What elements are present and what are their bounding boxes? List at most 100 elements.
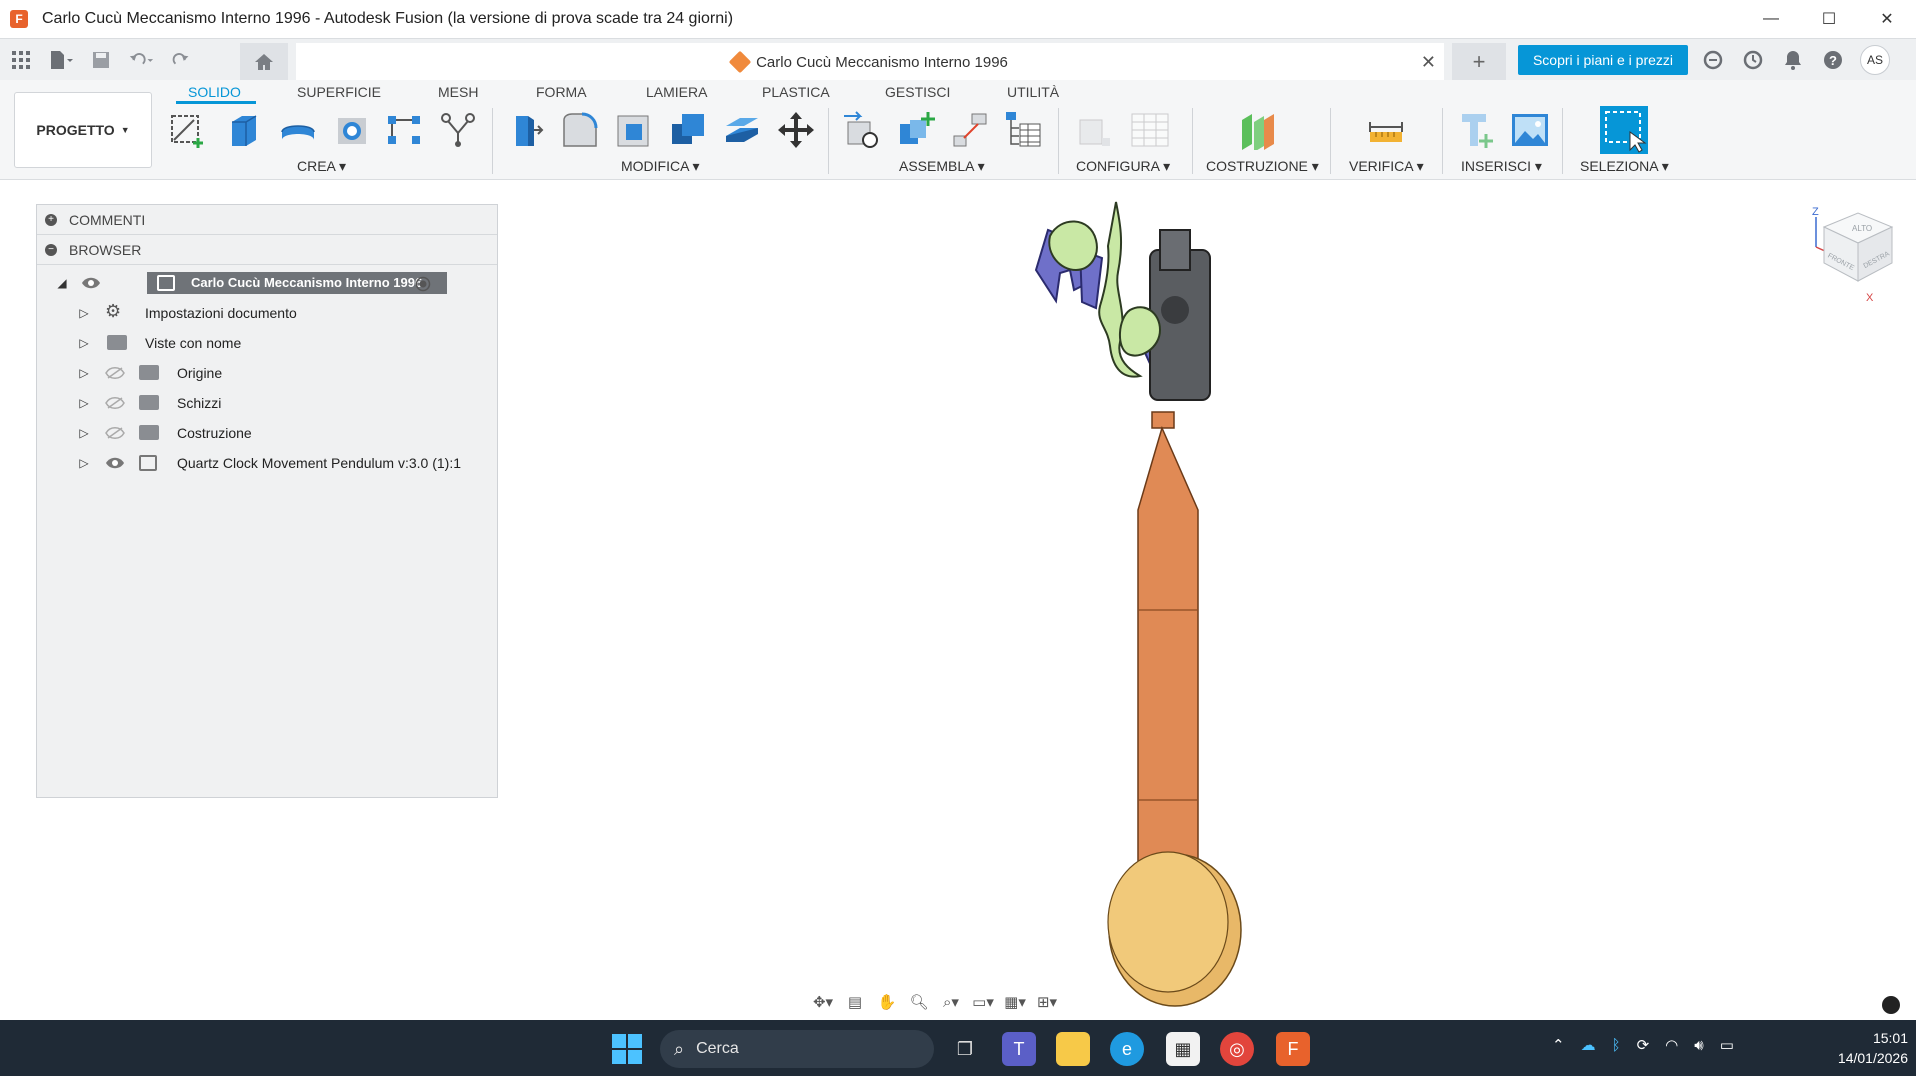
help-icon[interactable]: ?	[1820, 47, 1846, 73]
tab-utilita[interactable]: UTILITÀ	[1007, 84, 1059, 100]
offset-plane-icon[interactable]	[1238, 110, 1278, 150]
model-viewport-canvas[interactable]	[1000, 190, 1280, 1020]
user-avatar[interactable]: AS	[1860, 45, 1890, 75]
viewcube-top-face[interactable]: ALTO	[1852, 224, 1872, 233]
group-configura[interactable]: CONFIGURA ▾	[1076, 158, 1170, 175]
extrude-icon[interactable]	[224, 110, 264, 150]
minimize-button[interactable]: —	[1742, 0, 1800, 38]
fillet-icon[interactable]	[560, 110, 600, 150]
hidden-eye-icon[interactable]	[105, 366, 125, 380]
chevron-up-icon[interactable]: ⌃	[1552, 1036, 1565, 1054]
taskbar-clock[interactable]: 15:01 14/01/2026	[1812, 1028, 1908, 1068]
extensions-icon[interactable]	[1700, 47, 1726, 73]
browser-item-construction[interactable]: ▷ Costruzione	[37, 419, 497, 447]
close-window-button[interactable]: ✕	[1858, 0, 1916, 38]
save-icon[interactable]	[88, 47, 114, 73]
hidden-eye-icon[interactable]	[105, 396, 125, 410]
combine-icon[interactable]	[668, 110, 708, 150]
home-icon[interactable]	[240, 43, 288, 81]
edge-browser-icon[interactable]: e	[1110, 1032, 1144, 1066]
expand-triangle-icon[interactable]: ▷	[77, 336, 91, 350]
tab-plastica[interactable]: PLASTICA	[762, 84, 830, 100]
zoom-icon[interactable]: 🔍︎	[908, 991, 930, 1013]
as-built-joint-icon[interactable]	[950, 110, 990, 150]
move-copy-icon[interactable]	[776, 110, 816, 150]
group-seleziona[interactable]: SELEZIONA ▾	[1580, 158, 1669, 175]
job-status-icon[interactable]	[1740, 47, 1766, 73]
volume-icon[interactable]: 🔊︎	[1694, 1037, 1703, 1054]
chrome-browser-icon[interactable]: ◎	[1220, 1032, 1254, 1066]
activate-radio-icon[interactable]	[415, 276, 431, 292]
grid-settings-icon[interactable]: ▦▾	[1004, 991, 1026, 1013]
visibility-eye-icon[interactable]	[105, 456, 125, 470]
insert-canvas-icon[interactable]	[1510, 110, 1550, 150]
task-view-icon[interactable]: ❐	[948, 1032, 982, 1066]
teams-icon[interactable]: T	[1002, 1032, 1036, 1066]
insert-derive-icon[interactable]	[1458, 110, 1498, 150]
new-component-icon[interactable]	[896, 110, 936, 150]
hidden-eye-icon[interactable]	[105, 426, 125, 440]
fusion-taskbar-icon[interactable]: F	[1276, 1032, 1310, 1066]
shell-icon[interactable]	[614, 110, 654, 150]
taskbar-search-box[interactable]: ⌕ Cerca	[660, 1030, 934, 1068]
pattern-icon[interactable]	[384, 110, 424, 150]
form-icon[interactable]	[438, 110, 478, 150]
display-settings-icon[interactable]: ▭▾	[972, 991, 994, 1013]
browser-item-component-pendulum[interactable]: ▷ Quartz Clock Movement Pendulum v:3.0 (…	[37, 449, 497, 477]
configure-table-icon[interactable]	[1074, 110, 1114, 150]
close-tab-icon[interactable]: ✕	[1421, 52, 1436, 73]
comments-header[interactable]: + COMMENTI	[37, 205, 497, 235]
tab-mesh[interactable]: MESH	[438, 84, 478, 100]
plans-pricing-button[interactable]: Scopri i piani e i prezzi	[1518, 45, 1688, 75]
expand-triangle-icon[interactable]: ▷	[77, 426, 91, 440]
project-menu-button[interactable]: PROGETTO ▼	[14, 92, 152, 168]
collapse-minus-icon[interactable]: −	[45, 243, 57, 256]
redo-icon[interactable]	[168, 47, 194, 73]
hole-icon[interactable]	[332, 110, 372, 150]
browser-item-named-views[interactable]: ▷ Viste con nome	[37, 329, 497, 357]
visibility-eye-icon[interactable]	[81, 276, 101, 290]
battery-icon[interactable]: ▭	[1720, 1036, 1734, 1054]
group-assembla[interactable]: ASSEMBLA ▾	[899, 158, 985, 175]
file-explorer-icon[interactable]	[1056, 1032, 1090, 1066]
new-tab-button[interactable]: +	[1452, 43, 1506, 81]
start-menu-windows-icon[interactable]	[612, 1034, 642, 1064]
press-pull-icon[interactable]	[506, 110, 546, 150]
browser-item-sketches[interactable]: ▷ Schizzi	[37, 389, 497, 417]
group-verifica[interactable]: VERIFICA ▾	[1349, 158, 1424, 175]
tab-gestisci[interactable]: GESTISCI	[885, 84, 950, 100]
group-crea[interactable]: CREA ▾	[297, 158, 346, 175]
microsoft-store-icon[interactable]: ▦	[1166, 1032, 1200, 1066]
onedrive-icon[interactable]: ☁	[1581, 1036, 1596, 1054]
bluetooth-icon[interactable]: ᛒ	[1612, 1037, 1621, 1054]
collapse-triangle-icon[interactable]: ◢	[55, 276, 69, 290]
measure-icon[interactable]	[1366, 110, 1406, 150]
offset-face-icon[interactable]	[722, 110, 762, 150]
joint-icon[interactable]	[842, 110, 882, 150]
browser-header[interactable]: − BROWSER	[37, 235, 497, 265]
configuration-grid-icon[interactable]	[1130, 110, 1170, 150]
group-modifica[interactable]: MODIFICA ▾	[621, 158, 700, 175]
maximize-button[interactable]: ☐	[1800, 0, 1858, 38]
comment-bubble-icon[interactable]	[1882, 996, 1900, 1014]
expand-plus-icon[interactable]: +	[45, 213, 57, 226]
tab-solido[interactable]: SOLIDO	[188, 84, 241, 100]
wifi-icon[interactable]: ◠	[1665, 1036, 1678, 1054]
bill-of-materials-icon[interactable]	[1004, 110, 1044, 150]
sync-icon[interactable]: ⟳	[1637, 1036, 1650, 1054]
select-icon[interactable]	[1600, 106, 1648, 154]
data-panel-grid-icon[interactable]	[8, 47, 34, 73]
fit-icon[interactable]: ⌕▾	[940, 991, 962, 1013]
tab-forma[interactable]: FORMA	[536, 84, 587, 100]
browser-root-row[interactable]: ◢ Carlo Cucù Meccanismo Interno 1996	[37, 269, 497, 297]
document-tab[interactable]: Carlo Cucù Meccanismo Interno 1996 ✕	[296, 43, 1444, 81]
tab-lamiera[interactable]: LAMIERA	[646, 84, 707, 100]
expand-triangle-icon[interactable]: ▷	[77, 366, 91, 380]
group-costruzione[interactable]: COSTRUZIONE ▾	[1206, 158, 1319, 175]
file-menu-icon[interactable]	[48, 47, 74, 73]
browser-item-document-settings[interactable]: ▷ ⚙ Impostazioni documento	[37, 299, 497, 327]
undo-icon[interactable]	[128, 47, 154, 73]
expand-triangle-icon[interactable]: ▷	[77, 306, 91, 320]
pan-hand-icon[interactable]: ✋	[876, 991, 898, 1013]
viewports-icon[interactable]: ⊞▾	[1036, 991, 1058, 1013]
